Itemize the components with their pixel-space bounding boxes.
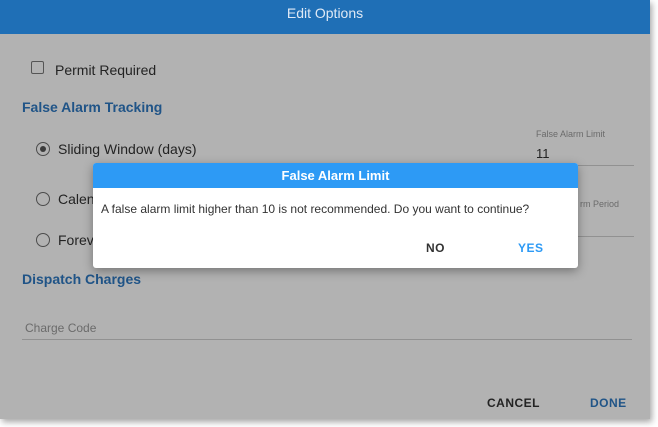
window-title: Edit Options	[0, 0, 650, 34]
no-button[interactable]: NO	[426, 241, 445, 255]
yes-button[interactable]: YES	[518, 241, 544, 255]
dialog-title: False Alarm Limit	[93, 163, 578, 188]
dialog-message: A false alarm limit higher than 10 is no…	[101, 202, 530, 216]
edit-options-window: Edit Options Permit Required False Alarm…	[0, 0, 650, 419]
false-alarm-limit-dialog: False Alarm Limit A false alarm limit hi…	[93, 163, 578, 268]
